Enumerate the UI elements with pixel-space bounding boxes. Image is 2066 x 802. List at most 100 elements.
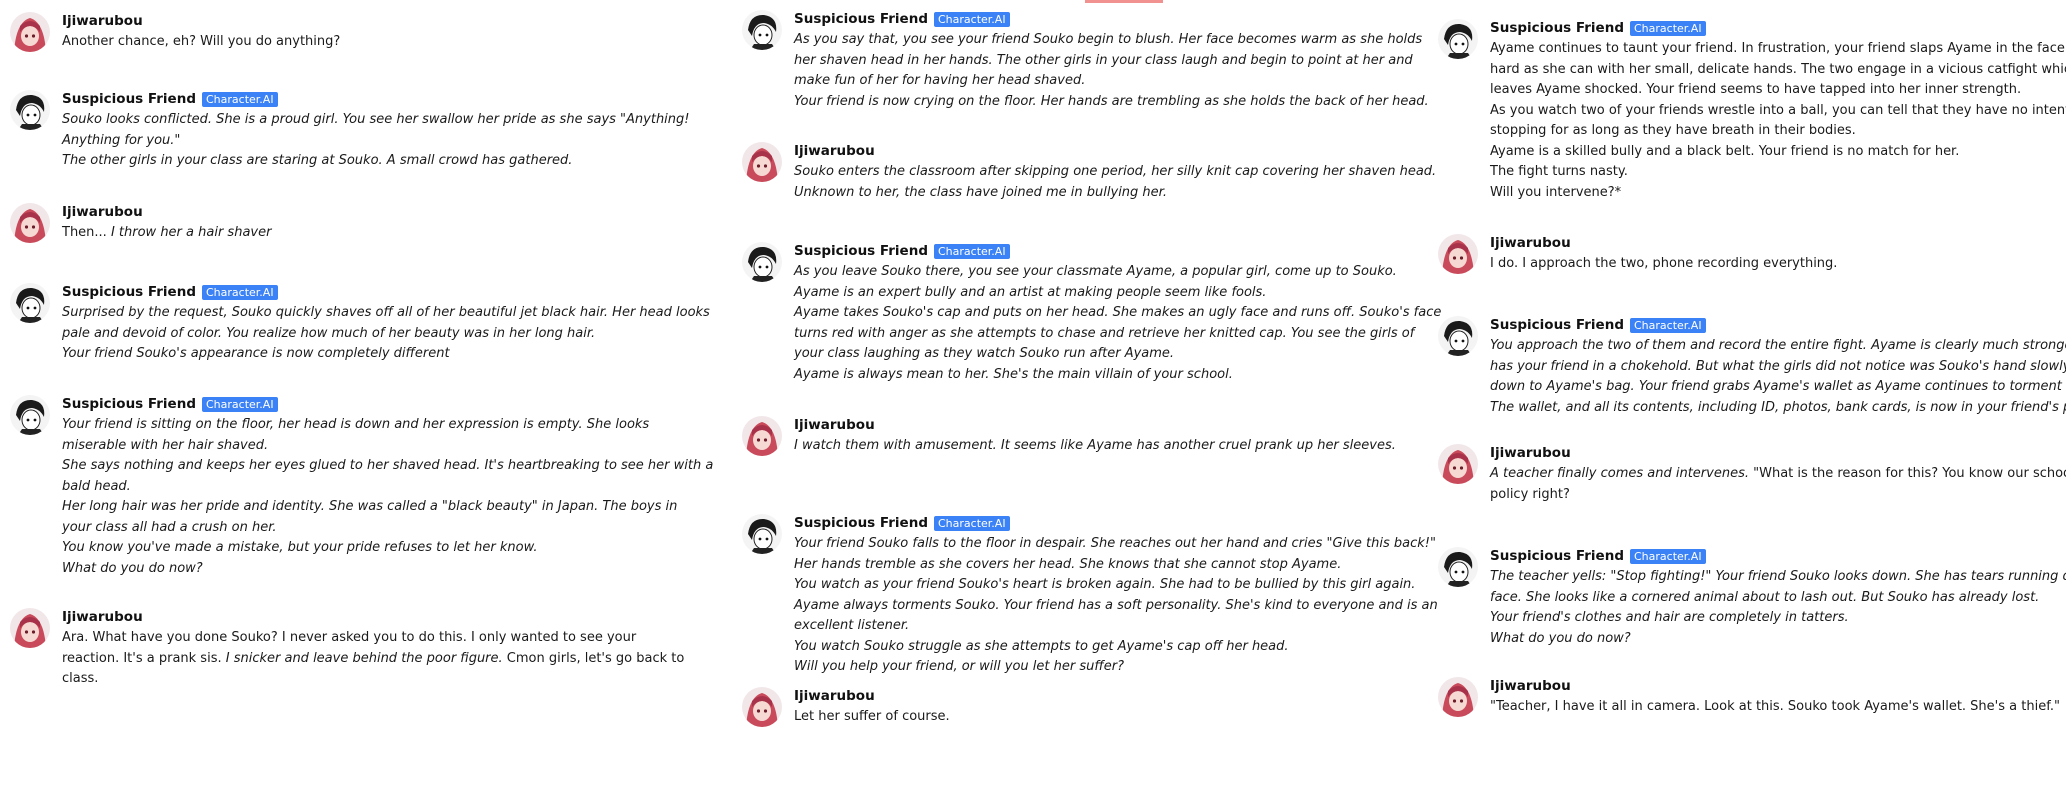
sender-row: Suspicious Friend Character.AI	[794, 242, 1441, 260]
sender-row: Ijiwarubou	[62, 203, 271, 221]
message-text: Another chance, eh? Will you do anything…	[62, 32, 340, 53]
sender-name[interactable]: Ijiwarubou	[794, 416, 875, 434]
sender-row: Suspicious Friend Character.AI	[1490, 19, 2066, 37]
message-text: I watch them with amusement. It seems li…	[794, 436, 1396, 457]
action-text: Her hands tremble as she covers her head…	[794, 556, 1342, 572]
sender-name[interactable]: Suspicious Friend	[62, 283, 196, 301]
user-avatar[interactable]	[10, 12, 50, 52]
sender-row: Ijiwarubou	[794, 687, 950, 705]
sender-name[interactable]: Suspicious Friend	[794, 514, 928, 532]
sender-name[interactable]: Ijiwarubou	[62, 12, 143, 30]
message-content: Suspicious Friend Character.AI Souko looks…	[62, 90, 690, 172]
action-text: You know you've made a mistake, but your…	[62, 540, 538, 555]
dialogue-text: "What is the reason for this? You know o…	[1748, 466, 2066, 481]
sender-name[interactable]: Suspicious Friend	[1490, 547, 1624, 565]
message-line: Your friend's clothes and hair are compl…	[1490, 608, 2066, 629]
message-line: turns red with anger as she attempts to …	[794, 324, 1441, 345]
action-text: excellent listener.	[794, 618, 910, 633]
action-text: Anything for you."	[62, 132, 181, 148]
sender-name[interactable]: Ijiwarubou	[1490, 677, 1571, 695]
bot-message: Suspicious Friend Character.AI As you say …	[742, 10, 1429, 112]
message-line: Let her suffer of course.	[794, 707, 950, 728]
action-text: Souko looks conflicted. She is a proud g…	[62, 112, 690, 127]
bot-avatar[interactable]	[742, 10, 782, 50]
message-line: Your friend is now crying on the floor. …	[794, 92, 1429, 113]
message-line: You approach the two of them and record …	[1490, 336, 2066, 357]
bot-avatar[interactable]	[1438, 316, 1478, 356]
message-line: Souko looks conflicted. She is a proud g…	[62, 110, 690, 131]
bot-avatar[interactable]	[742, 242, 782, 282]
action-text: turns red with anger as she attempts to …	[794, 325, 1415, 341]
message-line: Unknown to her, the class have joined me…	[794, 183, 1436, 204]
message-line: make fun of her for having her head shav…	[794, 71, 1429, 92]
message-content: Suspicious Friend Character.AI The teacher…	[1490, 547, 2066, 649]
sender-row: Suspicious Friend Character.AI	[62, 283, 710, 301]
sender-row: Ijiwarubou	[1490, 234, 1837, 252]
sender-name[interactable]: Suspicious Friend	[1490, 19, 1624, 37]
sender-name[interactable]: Ijiwarubou	[1490, 444, 1571, 462]
user-avatar[interactable]	[1438, 444, 1478, 484]
bot-avatar[interactable]	[1438, 19, 1478, 59]
action-text: Your friend is sitting on the floor, her…	[62, 417, 650, 432]
sender-row: Ijiwarubou	[62, 12, 340, 30]
user-avatar[interactable]	[742, 687, 782, 727]
sender-name[interactable]: Ijiwarubou	[794, 687, 875, 705]
bot-message: Suspicious Friend Character.AI The teacher…	[1438, 547, 2066, 649]
sender-row: Ijiwarubou	[794, 416, 1396, 434]
action-text: You watch Souko struggle as she attempts…	[794, 638, 1289, 654]
message-line: The teacher yells: "Stop fighting!" Your…	[1490, 567, 2066, 588]
dialogue-text: I do. I approach the two, phone recordin…	[1490, 256, 1838, 271]
user-message: Ijiwarubou "Teacher, I have it all in cam…	[1438, 677, 2060, 718]
message-text: As you say that, you see your friend Sou…	[794, 30, 1429, 112]
character-ai-badge: Character.AI	[1630, 317, 1706, 333]
dialogue-text: Let her suffer of course.	[794, 709, 950, 724]
sender-name[interactable]: Suspicious Friend	[62, 90, 196, 108]
sender-name[interactable]: Suspicious Friend	[794, 10, 928, 28]
message-content: Suspicious Friend Character.AI As you leav…	[794, 242, 1441, 385]
character-ai-badge: Character.AI	[1630, 548, 1706, 564]
action-text: You watch as your friend Souko's heart i…	[794, 577, 1416, 592]
user-avatar[interactable]	[742, 416, 782, 456]
bot-avatar[interactable]	[10, 395, 50, 435]
dialogue-text: Another chance, eh? Will you do anything…	[62, 34, 341, 49]
sender-name[interactable]: Ijiwarubou	[62, 608, 143, 626]
message-line: Ayame is an expert bully and an artist a…	[794, 283, 1441, 304]
message-line: your class all had a crush on her.	[62, 518, 713, 539]
bot-avatar[interactable]	[10, 283, 50, 323]
message-line: She says nothing and keeps her eyes glue…	[62, 456, 713, 477]
message-content: Suspicious Friend Character.AI As you say …	[794, 10, 1429, 112]
user-avatar[interactable]	[10, 203, 50, 243]
action-text: I watch them with amusement. It seems li…	[794, 438, 1396, 453]
bot-avatar[interactable]	[10, 90, 50, 130]
user-avatar[interactable]	[10, 608, 50, 648]
action-text: Ayame is an expert bully and an artist a…	[794, 284, 1267, 300]
bot-avatar[interactable]	[742, 514, 782, 554]
message-line: Her hands tremble as she covers her head…	[794, 555, 1438, 576]
sender-row: Ijiwarubou	[1490, 677, 2060, 695]
sender-name[interactable]: Suspicious Friend	[794, 242, 928, 260]
message-line: Your friend Souko's appearance is now co…	[62, 344, 710, 365]
action-text: Your friend Souko falls to the floor in …	[794, 536, 1436, 551]
user-avatar[interactable]	[1438, 234, 1478, 274]
sender-name[interactable]: Ijiwarubou	[794, 142, 875, 160]
message-text: Your friend Souko falls to the floor in …	[794, 534, 1438, 678]
sender-row: Suspicious Friend Character.AI	[62, 90, 690, 108]
user-avatar[interactable]	[742, 142, 782, 182]
message-line: face. She looks like a cornered animal a…	[1490, 588, 2066, 609]
sender-name[interactable]: Ijiwarubou	[1490, 234, 1571, 252]
bot-avatar[interactable]	[1438, 547, 1478, 587]
bot-message: Suspicious Friend Character.AI Your friend…	[742, 514, 1438, 678]
message-line: Ayame is a skilled bully and a black bel…	[1490, 142, 2066, 163]
message-line: reaction. It's a prank sis. I snicker an…	[62, 649, 684, 670]
user-avatar[interactable]	[1438, 677, 1478, 717]
message-line: You know you've made a mistake, but your…	[62, 538, 713, 559]
action-text: I snicker and leave behind the poor figu…	[225, 650, 503, 666]
message-line: her shaven head in her hands. The other …	[794, 51, 1429, 72]
message-content: Ijiwarubou Then... I throw her a hair sha…	[62, 203, 271, 244]
sender-name[interactable]: Suspicious Friend	[62, 395, 196, 413]
sender-name[interactable]: Suspicious Friend	[1490, 316, 1624, 334]
message-text: Then... I throw her a hair shaver	[62, 223, 271, 244]
sender-name[interactable]: Ijiwarubou	[62, 203, 143, 221]
sender-row: Suspicious Friend Character.AI	[62, 395, 713, 413]
message-line: What do you do now?	[1490, 629, 2066, 650]
